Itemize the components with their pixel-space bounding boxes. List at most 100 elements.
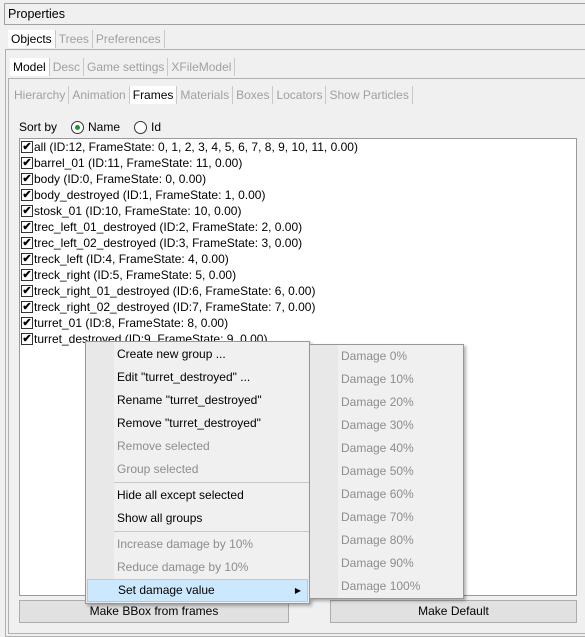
submenu-item-damage-50[interactable]: Damage 50% bbox=[310, 460, 463, 483]
tab-hierarchy[interactable]: Hierarchy bbox=[11, 86, 70, 104]
submenu-item-damage-60[interactable]: Damage 60% bbox=[310, 483, 463, 506]
list-item[interactable]: ✔ treck_right (ID:5, FrameState: 5, 0.00) bbox=[20, 267, 576, 283]
list-item[interactable]: ✔ all (ID:12, FrameState: 0, 1, 2, 3, 4, … bbox=[20, 139, 576, 155]
submenu-item-damage-20[interactable]: Damage 20% bbox=[310, 391, 463, 414]
checkbox[interactable]: ✔ bbox=[21, 253, 33, 265]
tab-xfilemodel[interactable]: XFileModel bbox=[168, 58, 236, 76]
damage-submenu: Damage 0% Damage 10% Damage 20% Damage 30% D… bbox=[309, 344, 464, 599]
list-item[interactable]: ✔ stosk_01 (ID:10, FrameState: 10, 0.00) bbox=[20, 203, 576, 219]
list-item[interactable]: ✔ trec_left_02_destroyed (ID:3, FrameStat… bbox=[20, 235, 576, 251]
checkbox[interactable]: ✔ bbox=[21, 189, 33, 201]
sort-label: Sort by bbox=[19, 120, 58, 134]
tab-show-particles[interactable]: Show Particles bbox=[326, 86, 413, 104]
tabs-objects: Objects Trees Preferences bbox=[8, 30, 165, 48]
tab-preferences[interactable]: Preferences bbox=[93, 30, 165, 48]
frame-label: trec_left_01_destroyed (ID:2, FrameState… bbox=[34, 220, 303, 234]
menu-item-reduce-damage-by-10[interactable]: Reduce damage by 10% bbox=[86, 556, 309, 579]
frame-label: treck_right (ID:5, FrameState: 5, 0.00) bbox=[34, 268, 237, 282]
tab-trees[interactable]: Trees bbox=[56, 30, 93, 48]
tab-materials[interactable]: Materials bbox=[177, 86, 234, 104]
menu-item-show-all-groups[interactable]: Show all groups bbox=[86, 507, 309, 530]
submenu-item-damage-30[interactable]: Damage 30% bbox=[310, 414, 463, 437]
menu-item-label: Remove "turret_destroyed" bbox=[117, 416, 261, 430]
checkbox[interactable]: ✔ bbox=[21, 205, 33, 217]
context-menu: Create new group ... Edit "turret_destroy… bbox=[85, 341, 310, 604]
list-item[interactable]: ✔ treck_left (ID:4, FrameState: 4, 0.00) bbox=[20, 251, 576, 267]
frame-label: body_destroyed (ID:1, FrameState: 1, 0.0… bbox=[34, 188, 266, 202]
checkbox[interactable]: ✔ bbox=[21, 285, 33, 297]
make-default-button[interactable]: Make Default bbox=[330, 600, 577, 623]
menu-item-label: Show all groups bbox=[117, 511, 203, 525]
menu-item-group-selected[interactable]: Group selected bbox=[86, 458, 309, 481]
submenu-item-damage-80[interactable]: Damage 80% bbox=[310, 529, 463, 552]
checkbox[interactable]: ✔ bbox=[21, 333, 33, 345]
submenu-item-damage-90[interactable]: Damage 90% bbox=[310, 552, 463, 575]
menu-item-label: Reduce damage by 10% bbox=[117, 560, 249, 574]
checkbox[interactable]: ✔ bbox=[21, 301, 33, 313]
checkbox[interactable]: ✔ bbox=[21, 269, 33, 281]
radio-icon bbox=[71, 120, 85, 134]
list-item[interactable]: ✔ body (ID:0, FrameState: 0, 0.00) bbox=[20, 171, 576, 187]
radio-label: Id bbox=[151, 120, 162, 134]
tab-desc[interactable]: Desc bbox=[50, 58, 85, 76]
menu-item-label: Set damage value bbox=[118, 583, 215, 597]
chevron-right-icon: ▶ bbox=[294, 586, 301, 595]
menu-item-label: Remove selected bbox=[117, 439, 210, 453]
sort-by: Sort by Name Id bbox=[19, 120, 161, 134]
list-item[interactable]: ✔ turret_01 (ID:8, FrameState: 8, 0.00) bbox=[20, 315, 576, 331]
radio-label: Name bbox=[88, 120, 121, 134]
submenu-item-damage-100[interactable]: Damage 100% bbox=[310, 575, 463, 598]
list-item[interactable]: ✔ treck_right_02_destroyed (ID:7, FrameSt… bbox=[20, 299, 576, 315]
menu-item-edit-turret-destroyed[interactable]: Edit "turret_destroyed" ... bbox=[86, 366, 309, 389]
tab-animation[interactable]: Animation bbox=[69, 86, 130, 104]
frame-label: barrel_01 (ID:11, FrameState: 11, 0.00) bbox=[34, 156, 243, 170]
submenu-item-damage-40[interactable]: Damage 40% bbox=[310, 437, 463, 460]
menu-separator bbox=[114, 482, 309, 483]
menu-item-hide-all-except-selected[interactable]: Hide all except selected bbox=[86, 484, 309, 507]
frame-label: treck_right_02_destroyed (ID:7, FrameSta… bbox=[34, 300, 316, 314]
submenu-item-damage-70[interactable]: Damage 70% bbox=[310, 506, 463, 529]
tab-objects[interactable]: Objects bbox=[8, 30, 56, 48]
menu-item-create-new-group[interactable]: Create new group ... bbox=[86, 343, 309, 366]
menu-item-label: Group selected bbox=[117, 462, 199, 476]
menu-item-label: Hide all except selected bbox=[117, 488, 244, 502]
frame-label: stosk_01 (ID:10, FrameState: 10, 0.00) bbox=[34, 204, 242, 218]
tab-game-settings[interactable]: Game settings bbox=[84, 58, 169, 76]
menu-item-label: Rename "turret_destroyed" bbox=[117, 393, 262, 407]
menu-item-remove-turret-destroyed[interactable]: Remove "turret_destroyed" bbox=[86, 412, 309, 435]
submenu-item-damage-0[interactable]: Damage 0% bbox=[310, 345, 463, 368]
list-item[interactable]: ✔ barrel_01 (ID:11, FrameState: 11, 0.00) bbox=[20, 155, 576, 171]
frame-label: turret_01 (ID:8, FrameState: 8, 0.00) bbox=[34, 316, 229, 330]
menu-separator bbox=[114, 531, 309, 532]
submenu-item-damage-10[interactable]: Damage 10% bbox=[310, 368, 463, 391]
frame-label: treck_left (ID:4, FrameState: 4, 0.00) bbox=[34, 252, 229, 266]
checkbox[interactable]: ✔ bbox=[21, 237, 33, 249]
checkbox[interactable]: ✔ bbox=[21, 221, 33, 233]
sort-name-radio[interactable]: Name bbox=[71, 120, 120, 134]
menu-item-label: Create new group ... bbox=[117, 347, 226, 361]
menu-item-label: Edit "turret_destroyed" ... bbox=[117, 370, 251, 384]
tab-model[interactable]: Model bbox=[10, 58, 50, 76]
frame-label: body (ID:0, FrameState: 0, 0.00) bbox=[34, 172, 207, 186]
checkbox[interactable]: ✔ bbox=[21, 141, 33, 153]
tabs-model: Model Desc Game settings XFileModel bbox=[10, 58, 236, 76]
frame-label: all (ID:12, FrameState: 0, 1, 2, 3, 4, 5… bbox=[34, 140, 358, 154]
checkbox[interactable]: ✔ bbox=[21, 157, 33, 169]
menu-item-set-damage-value[interactable]: Set damage value ▶ bbox=[87, 579, 308, 602]
checkbox[interactable]: ✔ bbox=[21, 317, 33, 329]
window-title: Properties bbox=[4, 3, 585, 25]
sort-id-radio[interactable]: Id bbox=[134, 120, 161, 134]
checkbox[interactable]: ✔ bbox=[21, 173, 33, 185]
list-item[interactable]: ✔ body_destroyed (ID:1, FrameState: 1, 0.… bbox=[20, 187, 576, 203]
tab-boxes[interactable]: Boxes bbox=[233, 86, 274, 104]
list-item[interactable]: ✔ trec_left_01_destroyed (ID:2, FrameStat… bbox=[20, 219, 576, 235]
menu-item-remove-selected[interactable]: Remove selected bbox=[86, 435, 309, 458]
menu-item-increase-damage-by-10[interactable]: Increase damage by 10% bbox=[86, 533, 309, 556]
tab-frames[interactable]: Frames bbox=[129, 86, 178, 104]
radio-icon bbox=[134, 120, 148, 134]
list-item[interactable]: ✔ treck_right_01_destroyed (ID:6, FrameSt… bbox=[20, 283, 576, 299]
tab-locators[interactable]: Locators bbox=[273, 86, 327, 104]
frame-label: trec_left_02_destroyed (ID:3, FrameState… bbox=[34, 236, 303, 250]
menu-item-rename-turret-destroyed[interactable]: Rename "turret_destroyed" bbox=[86, 389, 309, 412]
menu-item-label: Increase damage by 10% bbox=[117, 537, 254, 551]
